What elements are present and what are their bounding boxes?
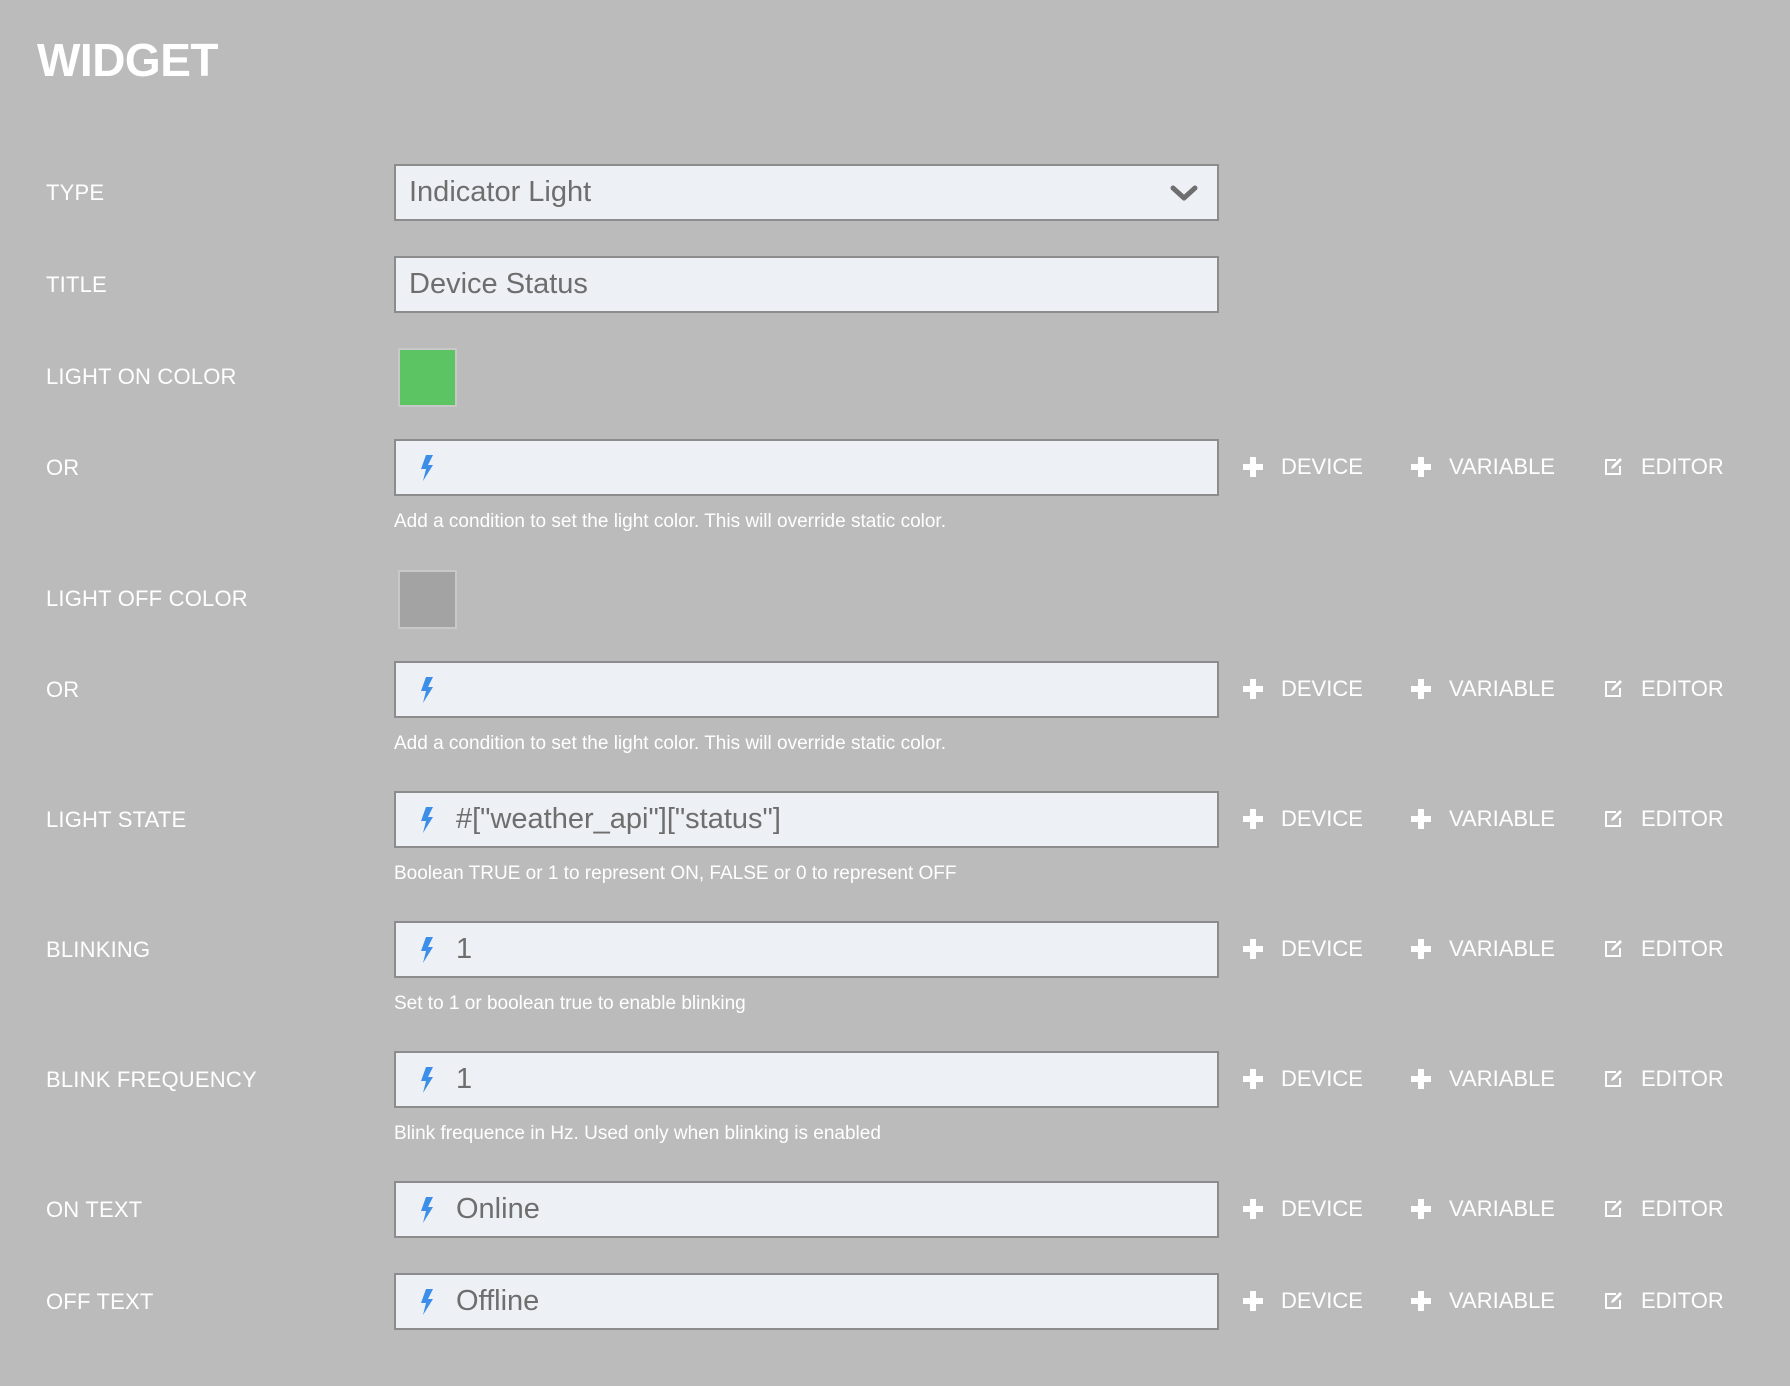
blinking-input[interactable]: 1 xyxy=(394,921,1219,978)
bolt-icon xyxy=(421,937,433,963)
edit-icon xyxy=(1605,1292,1622,1309)
light-state-value: #["weather_api"]["status"] xyxy=(456,803,781,835)
off-text-label: OFF TEXT xyxy=(46,1289,154,1314)
editor-label: EDITOR xyxy=(1641,1288,1724,1313)
editor-label: EDITOR xyxy=(1641,1066,1724,1091)
blink-frequency-input[interactable]: 1 xyxy=(394,1051,1219,1108)
title-input[interactable]: Device Status xyxy=(394,256,1219,313)
add-device-label: DEVICE xyxy=(1281,1196,1363,1221)
plus-icon xyxy=(1243,1069,1263,1089)
bolt-icon xyxy=(421,1067,433,1093)
light-off-or-input[interactable] xyxy=(394,661,1219,718)
plus-icon xyxy=(1243,809,1263,829)
editor-label: EDITOR xyxy=(1641,1196,1724,1221)
add-variable-label: VARIABLE xyxy=(1449,1288,1555,1313)
add-variable-label: VARIABLE xyxy=(1449,936,1555,961)
plus-icon xyxy=(1411,679,1431,699)
edit-icon xyxy=(1605,1200,1622,1217)
chevron-down-icon xyxy=(1170,185,1198,201)
plus-icon xyxy=(1411,809,1431,829)
add-variable-label: VARIABLE xyxy=(1449,806,1555,831)
add-device-label: DEVICE xyxy=(1281,676,1363,701)
plus-icon xyxy=(1411,1291,1431,1311)
edit-icon xyxy=(1605,458,1622,475)
add-device-label: DEVICE xyxy=(1281,1066,1363,1091)
bolt-icon xyxy=(421,807,433,833)
light-off-or-hint: Add a condition to set the light color. … xyxy=(394,733,946,754)
add-variable-label: VARIABLE xyxy=(1449,676,1555,701)
plus-icon xyxy=(1411,939,1431,959)
bolt-icon xyxy=(421,455,433,481)
edit-icon xyxy=(1605,1070,1622,1087)
light-state-hint: Boolean TRUE or 1 to represent ON, FALSE… xyxy=(394,863,957,884)
editor-label: EDITOR xyxy=(1641,454,1724,479)
light-state-input[interactable]: #["weather_api"]["status"] xyxy=(394,791,1219,848)
type-select-value: Indicator Light xyxy=(409,176,592,208)
edit-icon xyxy=(1605,680,1622,697)
on-text-value: Online xyxy=(456,1193,540,1225)
plus-icon xyxy=(1243,679,1263,699)
light-off-color-label: LIGHT OFF COLOR xyxy=(46,586,248,611)
blink-frequency-hint: Blink frequence in Hz. Used only when bl… xyxy=(394,1123,881,1144)
plus-icon xyxy=(1243,1291,1263,1311)
plus-icon xyxy=(1411,457,1431,477)
light-off-color-swatch[interactable] xyxy=(398,570,457,629)
edit-icon xyxy=(1605,810,1622,827)
light-on-or-label: OR xyxy=(46,455,80,480)
plus-icon xyxy=(1411,1199,1431,1219)
editor-label: EDITOR xyxy=(1641,936,1724,961)
title-input-value: Device Status xyxy=(409,268,588,300)
bolt-icon xyxy=(421,677,433,703)
type-select[interactable]: Indicator Light xyxy=(394,164,1219,221)
light-off-or-label: OR xyxy=(46,677,80,702)
bolt-icon xyxy=(421,1289,433,1315)
on-text-label: ON TEXT xyxy=(46,1197,143,1222)
off-text-input[interactable]: Offline xyxy=(394,1273,1219,1330)
light-on-or-input[interactable] xyxy=(394,439,1219,496)
add-variable-label: VARIABLE xyxy=(1449,1196,1555,1221)
light-on-or-hint: Add a condition to set the light color. … xyxy=(394,511,946,532)
on-text-input[interactable]: Online xyxy=(394,1181,1219,1238)
blinking-label: BLINKING xyxy=(46,937,151,962)
add-variable-label: VARIABLE xyxy=(1449,1066,1555,1091)
add-device-label: DEVICE xyxy=(1281,1288,1363,1313)
blinking-hint: Set to 1 or boolean true to enable blink… xyxy=(394,993,746,1014)
light-state-label: LIGHT STATE xyxy=(46,807,187,832)
editor-label: EDITOR xyxy=(1641,806,1724,831)
add-device-label: DEVICE xyxy=(1281,454,1363,479)
widget-form: TYPE Indicator Light TITLE Device Status… xyxy=(0,0,1790,1386)
add-device-label: DEVICE xyxy=(1281,936,1363,961)
add-device-label: DEVICE xyxy=(1281,806,1363,831)
blinking-value: 1 xyxy=(456,933,473,965)
type-label: TYPE xyxy=(46,180,105,205)
blink-frequency-label: BLINK FREQUENCY xyxy=(46,1067,257,1092)
editor-label: EDITOR xyxy=(1641,676,1724,701)
add-variable-label: VARIABLE xyxy=(1449,454,1555,479)
plus-icon xyxy=(1243,939,1263,959)
plus-icon xyxy=(1411,1069,1431,1089)
edit-icon xyxy=(1605,940,1622,957)
off-text-value: Offline xyxy=(456,1285,540,1317)
bolt-icon xyxy=(421,1197,433,1223)
plus-icon xyxy=(1243,1199,1263,1219)
blink-frequency-value: 1 xyxy=(456,1063,473,1095)
title-label: TITLE xyxy=(46,272,107,297)
plus-icon xyxy=(1243,457,1263,477)
light-on-color-swatch[interactable] xyxy=(398,348,457,407)
light-on-color-label: LIGHT ON COLOR xyxy=(46,364,237,389)
